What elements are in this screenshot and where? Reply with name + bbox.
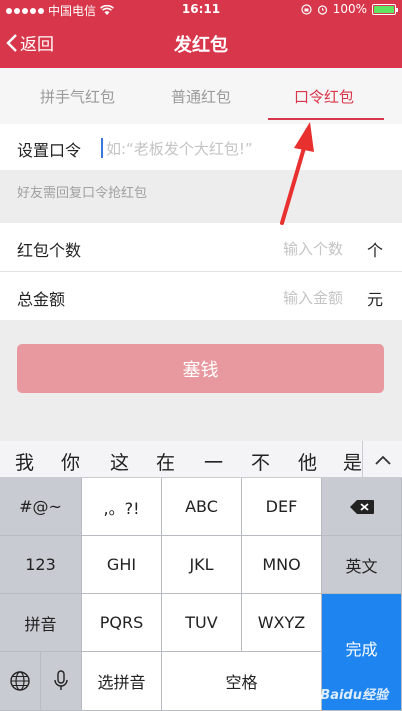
candidate-word[interactable]: 我 [15,448,34,475]
abc-key[interactable]: ABC [162,478,242,536]
keyboard: 我 你 这 在 一 不 他 是 #@~ ,。?! ABC DEF 123 GHI… [0,441,402,711]
expand-candidates-button[interactable] [362,441,402,478]
battery-fill [374,5,394,13]
tab-lucky-packet[interactable]: 拼手气红包 [40,86,115,107]
status-right: 100% [301,2,398,16]
punct-key[interactable]: ,。?! [82,478,162,536]
amount-input[interactable]: 输入金额 [283,287,343,308]
count-label: 红包个数 [17,241,82,260]
annotation-arrow-icon [280,122,314,225]
amount-row[interactable]: 总金额 输入金额 元 [0,272,402,320]
candidate-word[interactable]: 他 [298,448,317,475]
number-key[interactable]: 123 [0,536,82,594]
password-row[interactable]: 设置口令 如:“老板发个大红包!” [0,124,402,170]
candidate-word[interactable]: 这 [110,448,129,475]
password-input[interactable]: 如:“老板发个大红包!” [106,138,253,159]
candidate-word[interactable]: 是 [343,448,363,475]
candidate-bar: 我 你 这 在 一 不 他 是 [0,441,402,478]
status-bar: 中国电信 16:11 100% [0,0,402,18]
page-title: 发红包 [174,35,228,56]
submit-button[interactable]: 塞钱 [17,344,384,393]
battery-icon [372,3,398,15]
tab-bar: 拼手气红包 普通红包 口令红包 [0,68,402,124]
candidate-word[interactable]: 一 [204,448,223,475]
globe-icon [10,671,30,691]
tuv-key[interactable]: TUV [162,594,242,652]
alarm-icon [317,4,327,15]
chevron-up-icon [374,455,391,465]
backspace-icon [349,499,374,514]
space-key[interactable]: 空格 [162,652,322,711]
voice-key[interactable] [41,652,82,711]
count-input[interactable]: 输入个数 [283,238,343,259]
password-label: 设置口令 [17,141,82,160]
wxyz-key[interactable]: WXYZ [242,594,322,652]
tab-password-packet[interactable]: 口令红包 [294,86,354,107]
def-key[interactable]: DEF [242,478,322,536]
pinyin-key[interactable]: 拼音 [0,594,82,652]
lock-rotation-icon [301,3,312,15]
symbols-key[interactable]: #@~ [0,478,82,536]
amount-label: 总金额 [17,290,66,309]
mno-key[interactable]: MNO [242,536,322,594]
pqrs-key[interactable]: PQRS [82,594,162,652]
candidate-word[interactable]: 不 [251,448,270,475]
backspace-key[interactable] [322,478,402,536]
select-pinyin-key[interactable]: 选拼音 [82,652,162,711]
nav-bar: 返回 发红包 [0,22,402,62]
microphone-icon [54,670,68,690]
text-caret [101,138,103,158]
header: 中国电信 16:11 100% 返回 发红包 [0,0,402,68]
count-row[interactable]: 红包个数 输入个数 个 [0,223,402,271]
candidate-word[interactable]: 你 [61,448,80,475]
amount-unit: 元 [367,290,384,309]
english-key[interactable]: 英文 [322,536,402,594]
battery-percent: 100% [332,2,367,16]
candidate-word[interactable]: 在 [156,448,175,475]
watermark: Baidu经验 [320,688,388,703]
ghi-key[interactable]: GHI [82,536,162,594]
password-hint: 好友需回复口令抢红包 [17,186,148,201]
count-unit: 个 [367,241,384,260]
jkl-key[interactable]: JKL [162,536,242,594]
globe-key[interactable] [0,652,41,711]
tab-normal-packet[interactable]: 普通红包 [171,86,231,107]
